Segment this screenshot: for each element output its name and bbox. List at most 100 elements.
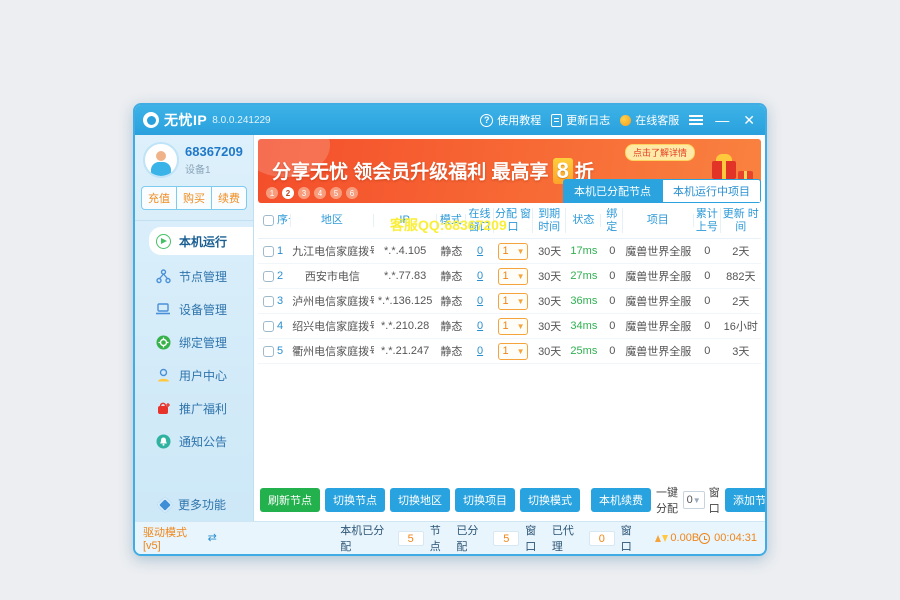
tab-running-projects[interactable]: 本机运行中项目	[662, 179, 761, 203]
switch-project-button[interactable]: 切换项目	[455, 488, 515, 512]
switch-mode-button[interactable]: 切换模式	[520, 488, 580, 512]
table-row[interactable]: 1 九江电信家庭拨号 *.*.4.105 静态 0 1▼ 30天 17ms 0 …	[258, 239, 761, 264]
sidebar-item-local-run[interactable]: 本机运行	[149, 227, 253, 255]
row-expire: 30天	[533, 293, 566, 309]
row-checkbox[interactable]	[263, 246, 274, 257]
more-functions-button[interactable]: 更多功能	[159, 496, 253, 513]
assigned-node-count: 5	[398, 531, 424, 546]
row-checkbox[interactable]	[263, 346, 274, 357]
sidebar-item-promo[interactable]: 推广福利	[149, 396, 253, 420]
close-button[interactable]: ✕	[741, 113, 757, 127]
user-name: 68367209	[185, 144, 243, 159]
header-expire: 到期 时间	[533, 208, 566, 233]
row-checkbox[interactable]	[263, 296, 274, 307]
app-title: 无忧IP	[164, 110, 207, 130]
changelog-button[interactable]: 更新日志	[551, 112, 610, 128]
recharge-button[interactable]: 充值	[142, 187, 177, 209]
online-windows-link[interactable]: 0	[477, 270, 483, 282]
tab-assigned-nodes[interactable]: 本机已分配节点	[563, 179, 662, 203]
window-label: 窗口	[709, 484, 720, 516]
assign-window-dropdown[interactable]: 1▼	[498, 318, 528, 335]
assign-value: 1	[502, 295, 508, 307]
node-label: 节点	[430, 522, 451, 554]
nodes-icon	[155, 268, 171, 284]
online-windows-link[interactable]: 0	[477, 245, 483, 257]
row-total-logins: 0	[694, 345, 722, 357]
switch-region-button[interactable]: 切换地区	[390, 488, 450, 512]
assigned-window-label: 已分配	[456, 522, 487, 554]
table-row[interactable]: 2 西安市电信 *.*.77.83 静态 0 1▼ 30天 27ms 0 魔兽世…	[258, 264, 761, 289]
assign-window-dropdown[interactable]: 1▼	[498, 293, 528, 310]
row-latency: 25ms	[566, 345, 601, 357]
row-total-logins: 0	[694, 270, 722, 282]
one-key-assign-label: 一键分配	[656, 484, 679, 516]
one-key-assign-select[interactable]: 0 ▼	[683, 491, 705, 509]
add-node-button[interactable]: 添加节点	[725, 488, 767, 512]
header-region: 地区	[291, 214, 373, 227]
banner-headline-text: 分享无忧 领会员升级福利 最高享	[272, 157, 549, 184]
assign-value: 1	[502, 345, 508, 357]
machine-renew-button[interactable]: 本机续费	[591, 488, 651, 512]
sidebar-item-node-manage[interactable]: 节点管理	[149, 264, 253, 288]
assign-window-dropdown[interactable]: 1▼	[498, 343, 528, 360]
row-update-time: 882天	[721, 268, 760, 284]
swap-icon[interactable]	[208, 533, 221, 544]
banner-cta-button[interactable]: 点击了解详情	[625, 144, 695, 161]
bell-icon	[155, 433, 171, 449]
more-functions-label: 更多功能	[178, 496, 226, 513]
online-windows-link[interactable]: 0	[477, 320, 483, 332]
row-latency: 34ms	[566, 320, 601, 332]
caret-down-icon: ▼	[517, 347, 525, 356]
laptop-icon	[155, 301, 171, 317]
online-windows-link[interactable]: 0	[477, 345, 483, 357]
row-mode: 静态	[437, 293, 467, 309]
assign-window-dropdown[interactable]: 1▼	[498, 243, 528, 260]
buy-button[interactable]: 购买	[177, 187, 212, 209]
menu-icon[interactable]	[689, 115, 703, 125]
row-project: 魔兽世界全服	[623, 268, 693, 284]
online-windows-link[interactable]: 0	[477, 295, 483, 307]
table-row[interactable]: 4 绍兴电信家庭拨号 *.*.210.28 静态 0 1▼ 30天 34ms 0…	[258, 314, 761, 339]
question-icon: ?	[480, 114, 493, 127]
switch-node-button[interactable]: 切换节点	[325, 488, 385, 512]
banner-dot[interactable]: 1	[266, 187, 278, 199]
assign-window-dropdown[interactable]: 1▼	[498, 268, 528, 285]
caret-down-icon: ▼	[517, 297, 525, 306]
minimize-button[interactable]: —	[713, 113, 731, 127]
banner-dot[interactable]: 3	[298, 187, 310, 199]
assign-value: 1	[502, 270, 508, 282]
tutorial-button[interactable]: ? 使用教程	[480, 112, 541, 128]
refresh-nodes-button[interactable]: 刷新节点	[260, 488, 320, 512]
row-checkbox[interactable]	[263, 321, 274, 332]
window-label: 窗口	[621, 522, 642, 554]
sidebar-item-user-center[interactable]: 用户中心	[149, 363, 253, 387]
sidebar-item-label: 通知公告	[179, 433, 227, 450]
caret-down-icon: ▼	[693, 496, 701, 505]
sidebar-divider	[135, 220, 253, 221]
row-total-logins: 0	[694, 295, 722, 307]
banner-dot[interactable]: 4	[314, 187, 326, 199]
promo-banner[interactable]: 分享无忧 领会员升级福利 最高享 8 折 点击了解详情 1 2 3 4 5 6 …	[258, 139, 761, 203]
row-latency: 36ms	[566, 295, 601, 307]
changelog-label: 更新日志	[566, 112, 610, 128]
renew-button[interactable]: 续费	[212, 187, 246, 209]
avatar[interactable]	[143, 142, 179, 178]
sidebar-item-notice[interactable]: 通知公告	[149, 429, 253, 453]
table-row[interactable]: 3 泸州电信家庭拨号 *.*.136.125 静态 0 1▼ 30天 36ms …	[258, 289, 761, 314]
banner-dot-active[interactable]: 2	[282, 187, 294, 199]
row-checkbox[interactable]	[263, 271, 274, 282]
select-all-checkbox[interactable]	[263, 215, 274, 226]
banner-dot[interactable]: 5	[330, 187, 342, 199]
row-seq: 2	[277, 270, 283, 282]
table-row[interactable]: 5 衢州电信家庭拨号 *.*.21.247 静态 0 1▼ 30天 25ms 0…	[258, 339, 761, 364]
person-icon	[155, 367, 171, 383]
table-body: 1 九江电信家庭拨号 *.*.4.105 静态 0 1▼ 30天 17ms 0 …	[258, 239, 761, 364]
sidebar-item-bind-manage[interactable]: 绑定管理	[149, 330, 253, 354]
row-ip: *.*.4.105	[374, 245, 437, 257]
banner-dot[interactable]: 6	[346, 187, 358, 199]
row-region: 绍兴电信家庭拨号	[291, 318, 373, 334]
online-service-button[interactable]: 在线客服	[620, 112, 679, 128]
row-mode: 静态	[437, 318, 467, 334]
proxied-label: 已代理	[552, 522, 583, 554]
sidebar-item-device-manage[interactable]: 设备管理	[149, 297, 253, 321]
